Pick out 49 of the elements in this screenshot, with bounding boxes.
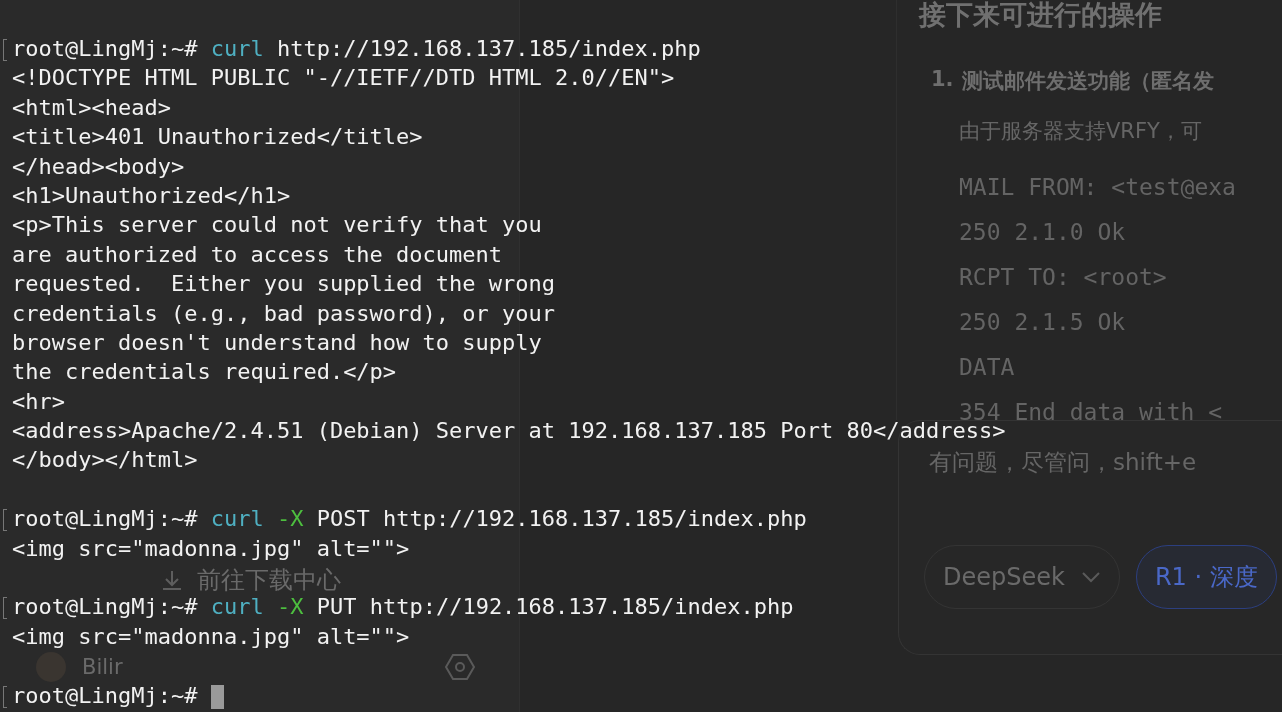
command-argument: POST (316, 506, 370, 532)
line-marker-icon (3, 597, 7, 620)
code-line: 250 2.1.5 Ok (959, 308, 1127, 337)
output-line: the credentials required.</p> (12, 359, 397, 385)
output-line: <hr> (12, 388, 65, 414)
output-line: <h1>Unauthorized</h1> (12, 182, 291, 208)
line-marker-icon (3, 685, 7, 708)
output-line: </body></html> (12, 447, 198, 473)
output-line: <title>401 Unauthorized</title> (12, 124, 423, 150)
shell-prompt: root@LingMj:~# (12, 682, 198, 708)
shell-prompt: root@LingMj:~# (12, 594, 198, 620)
line-marker-icon (3, 509, 7, 532)
output-line: <img src="madonna.jpg" alt=""> (12, 535, 410, 561)
output-line: are authorized to access the document (12, 241, 503, 267)
list-number: 1. (931, 67, 954, 93)
user-name: Bilir (82, 655, 124, 679)
code-line: RCPT TO: <root> (959, 263, 1168, 292)
command-argument: http://192.168.137.185/index.php (276, 36, 701, 61)
code-line: 250 2.1.0 Ok (959, 218, 1127, 247)
command-argument: http://192.168.137.185/index.php (382, 506, 807, 532)
section-heading: 接下来可进行的操作 (919, 0, 1163, 30)
chevron-down-icon (1080, 571, 1101, 583)
code-line: DATA (959, 353, 1016, 382)
output-line: <html><head> (12, 94, 171, 120)
output-line: browser doesn't understand how to supply (12, 329, 542, 355)
command-option-text: -X (276, 506, 304, 532)
command-name: curl (210, 36, 264, 61)
command-argument: PUT (316, 594, 357, 620)
output-line: <img src="madonna.jpg" alt=""> (12, 623, 410, 649)
message-input[interactable]: 有问题，尽管问，shift+e (929, 449, 1269, 475)
command-option-text: -X (276, 594, 304, 620)
settings-icon (445, 652, 475, 682)
command-argument: http://192.168.137.185/index.php (369, 594, 794, 620)
shell-prompt: root@LingMj:~# (12, 506, 198, 532)
code-line: MAIL FROM: <test@exa (959, 173, 1237, 202)
shell-prompt: root@LingMj:~# (12, 36, 198, 61)
output-line: credentials (e.g., bad password), or your (12, 300, 556, 326)
reasoning-mode-button[interactable]: R1 · 深度 (1135, 545, 1277, 609)
output-line: </head><body> (12, 153, 185, 179)
command-name: curl (210, 594, 264, 620)
line-marker-icon (3, 39, 7, 61)
paragraph-text: 由于服务器支持VRFY，可 (958, 118, 1203, 145)
output-line: <!DOCTYPE HTML PUBLIC "-//IETF//DTD HTML 2.0//EN"> (12, 65, 675, 91)
code-line: 354 End data with < (959, 398, 1224, 420)
download-icon (161, 569, 183, 591)
output-line: requested. Either you supplied the wrong (12, 271, 556, 297)
step-title: 测试邮件发送功能（匿名发 (961, 68, 1214, 95)
output-line: <p>This server could not verify that you (12, 212, 542, 238)
command-name: curl (210, 506, 264, 532)
